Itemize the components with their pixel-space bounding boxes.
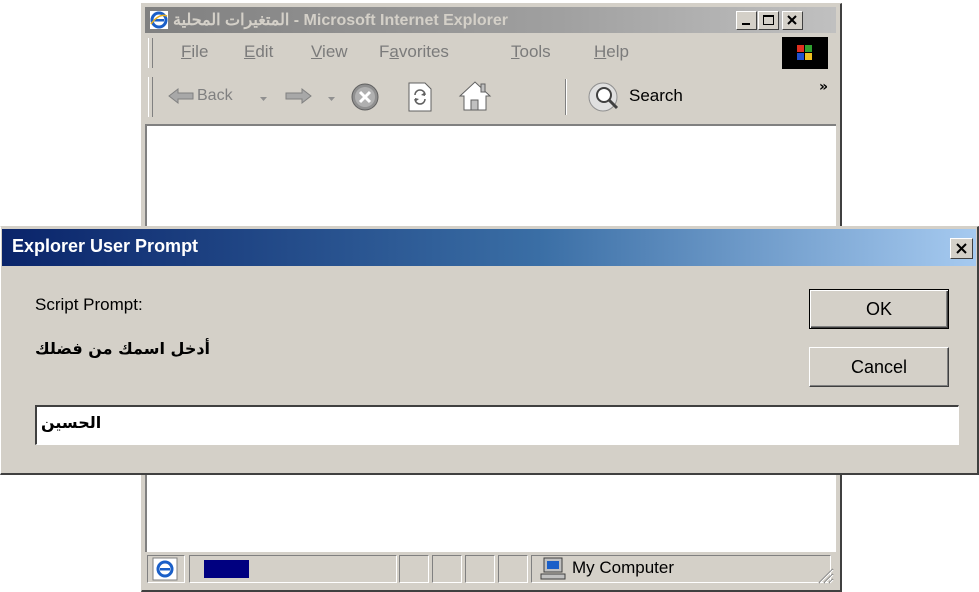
menu-file[interactable]: File bbox=[181, 42, 208, 62]
dialog-title-bar[interactable]: Explorer User Prompt bbox=[2, 229, 976, 266]
status-icon-pane bbox=[147, 555, 185, 583]
dialog-title: Explorer User Prompt bbox=[12, 236, 199, 256]
toolbar-overflow-chevron[interactable]: » bbox=[819, 79, 828, 95]
minimize-icon bbox=[742, 23, 750, 25]
menu-bar: File Edit View Favorites Tools Help bbox=[145, 35, 836, 71]
refresh-button[interactable] bbox=[405, 81, 435, 117]
menu-help[interactable]: Help bbox=[594, 42, 629, 62]
search-button[interactable] bbox=[587, 80, 625, 118]
progress-bar bbox=[204, 560, 249, 578]
refresh-icon bbox=[408, 82, 432, 112]
menu-tools[interactable]: Tools bbox=[511, 42, 551, 62]
ie-window-title: المتغيرات المحلية - Microsoft Internet E… bbox=[173, 12, 509, 29]
resize-grip-icon[interactable] bbox=[816, 566, 834, 584]
ie-icon bbox=[150, 11, 168, 29]
prompt-input[interactable]: الحسين bbox=[35, 405, 959, 445]
maximize-icon bbox=[763, 15, 774, 25]
forward-button[interactable] bbox=[283, 86, 313, 110]
status-pane bbox=[465, 555, 495, 583]
script-prompt-label: Script Prompt: bbox=[35, 295, 143, 314]
close-icon bbox=[787, 15, 797, 25]
back-arrow-icon bbox=[168, 87, 194, 105]
status-pane bbox=[498, 555, 528, 583]
ie-title-bar[interactable]: المتغيرات المحلية - Microsoft Internet E… bbox=[145, 7, 836, 33]
menu-edit[interactable]: Edit bbox=[244, 42, 273, 62]
minimize-button[interactable] bbox=[736, 11, 757, 30]
home-icon bbox=[458, 81, 492, 111]
close-button[interactable] bbox=[782, 11, 803, 30]
cancel-button[interactable]: Cancel bbox=[809, 347, 949, 387]
prompt-message: أدخل اسمك من فضلك bbox=[35, 339, 211, 358]
menu-favorites[interactable]: Favorites bbox=[379, 42, 449, 62]
ok-button[interactable]: OK bbox=[809, 289, 949, 329]
toolbar-separator bbox=[565, 79, 567, 115]
stop-button[interactable] bbox=[350, 82, 380, 116]
back-label: Back bbox=[197, 87, 233, 104]
toolbar-grip[interactable] bbox=[148, 77, 153, 117]
explorer-user-prompt-dialog: Explorer User Prompt Script Prompt: أدخل… bbox=[0, 226, 979, 475]
dropdown-arrow-icon bbox=[260, 97, 267, 101]
home-button[interactable] bbox=[457, 79, 493, 117]
computer-icon bbox=[540, 557, 566, 580]
status-pane bbox=[399, 555, 429, 583]
dropdown-arrow-icon bbox=[328, 97, 335, 101]
menu-view[interactable]: View bbox=[311, 42, 348, 62]
search-icon bbox=[588, 82, 619, 112]
back-dropdown[interactable] bbox=[259, 92, 269, 107]
back-button[interactable] bbox=[167, 86, 195, 110]
forward-arrow-icon bbox=[285, 87, 312, 105]
stop-icon bbox=[351, 83, 379, 111]
search-label: Search bbox=[629, 86, 683, 105]
zone-pane: My Computer bbox=[531, 555, 831, 583]
progress-pane bbox=[189, 555, 397, 583]
windows-logo-icon bbox=[782, 37, 828, 69]
close-icon bbox=[956, 243, 967, 254]
dialog-close-button[interactable] bbox=[950, 238, 973, 259]
status-bar: My Computer bbox=[145, 552, 836, 586]
maximize-button[interactable] bbox=[758, 11, 779, 30]
status-pane bbox=[432, 555, 462, 583]
ie-icon bbox=[152, 557, 178, 581]
forward-dropdown[interactable] bbox=[327, 92, 337, 107]
zone-label: My Computer bbox=[572, 558, 675, 577]
menubar-grip[interactable] bbox=[148, 38, 153, 68]
standard-toolbar: Back Search » bbox=[145, 73, 836, 121]
